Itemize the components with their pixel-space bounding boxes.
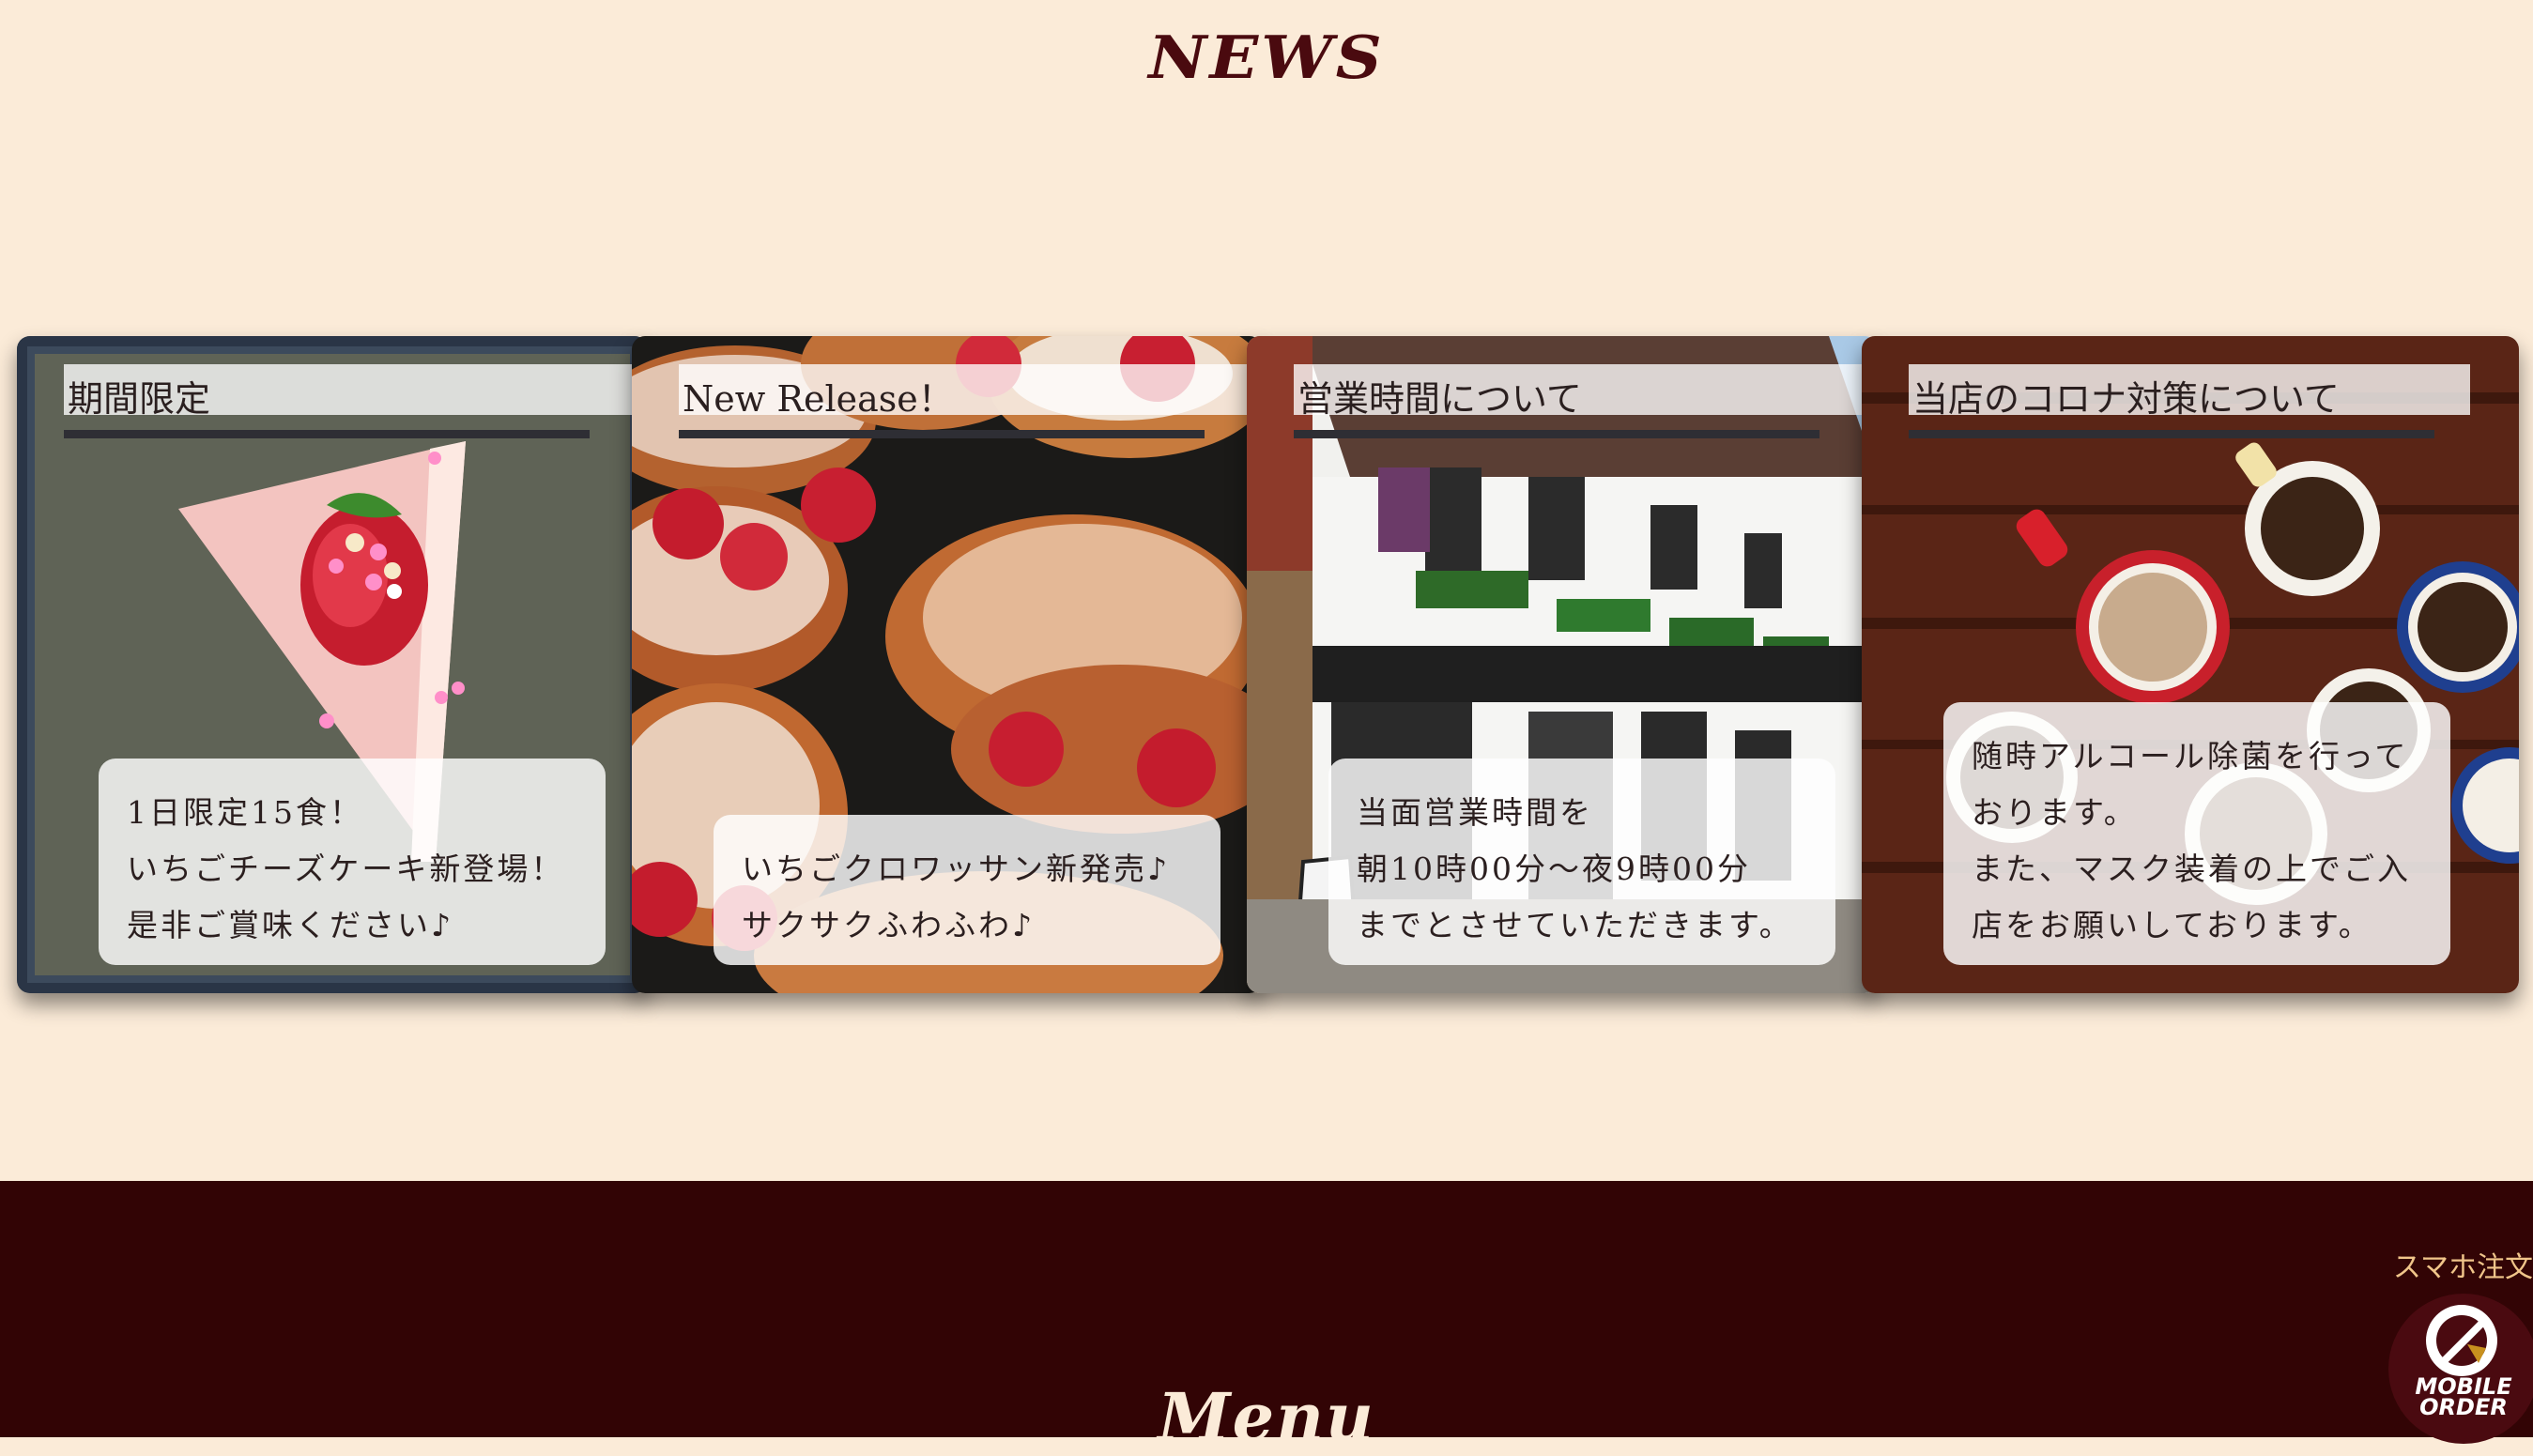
news-card-list: 期間限定 1日限定15食！ いちごチーズケーキ新登場！ 是非ご賞味ください♪ N… xyxy=(17,336,2519,993)
card-text-line: 当面営業時間を xyxy=(1357,794,1593,831)
card-text-line: いちごチーズケーキ新登場！ xyxy=(127,851,565,887)
card-text-line: 随時アルコール除菌を行って xyxy=(1972,738,2409,774)
mobile-order-logo-text: MOBILE ORDER xyxy=(2415,1373,2512,1420)
card-body: いちごクロワッサン新発売♪ サクサクふわふわ♪ xyxy=(714,815,1220,965)
news-heading: NEWS xyxy=(1148,23,1385,93)
card-text-line: 1日限定15食！ xyxy=(127,794,363,831)
card-body: 随時アルコール除菌を行って おります。 また、マスク装着の上でご入 店をお願いし… xyxy=(1943,702,2450,965)
card-body: 当面営業時間を 朝10時00分～夜9時00分 までとさせていただきます。 xyxy=(1328,759,1835,965)
title-underline xyxy=(1294,430,1819,438)
card-title-band: 期間限定 xyxy=(64,364,635,420)
card-text-line: 朝10時00分～夜9時00分 xyxy=(1357,851,1751,887)
card-text-line: いちごクロワッサン新発売♪ xyxy=(742,851,1171,887)
card-text-line: また、マスク装着の上でご入 xyxy=(1972,851,2411,887)
title-underline xyxy=(1909,430,2434,438)
card-body: 1日限定15食！ いちごチーズケーキ新登場！ 是非ご賞味ください♪ xyxy=(99,759,606,965)
card-text-line: 店をお願いしております。 xyxy=(1972,907,2372,943)
title-underline xyxy=(679,430,1205,438)
card-title-band: 当店のコロナ対策について xyxy=(1909,364,2470,420)
card-title-band: New Release！ xyxy=(679,364,1250,420)
menu-heading: Menu xyxy=(1158,1378,1375,1456)
card-title: New Release！ xyxy=(683,378,954,420)
news-card-hours[interactable]: 営業時間について 当面営業時間を 朝10時00分～夜9時00分 までとさせていた… xyxy=(1247,336,1878,993)
card-text-line: までとさせていただきます。 xyxy=(1357,907,1793,943)
news-card-new-release[interactable]: New Release！ いちごクロワッサン新発売♪ サクサクふわふわ♪ xyxy=(632,336,1263,993)
mobile-order-label[interactable]: スマホ注文 xyxy=(2393,1244,2533,1285)
card-text-line: サクサクふわふわ♪ xyxy=(742,907,1036,943)
card-title: 期間限定 xyxy=(68,378,211,420)
card-text-line: おります。 xyxy=(1972,794,2138,831)
news-card-covid[interactable]: 当店のコロナ対策について 随時アルコール除菌を行って おります。 また、マスク装… xyxy=(1862,336,2519,993)
mobile-order-icon xyxy=(2426,1305,2497,1376)
card-title: 当店のコロナ対策について xyxy=(1912,378,2340,420)
card-title: 営業時間について xyxy=(1297,378,1582,420)
mobile-order-button[interactable]: MOBILE ORDER xyxy=(2388,1294,2533,1444)
card-title-band: 営業時間について xyxy=(1294,364,1865,420)
card-text-line: 是非ご賞味ください♪ xyxy=(127,907,454,943)
title-underline xyxy=(64,430,590,438)
news-card-limited[interactable]: 期間限定 1日限定15食！ いちごチーズケーキ新登場！ 是非ご賞味ください♪ xyxy=(17,336,648,993)
